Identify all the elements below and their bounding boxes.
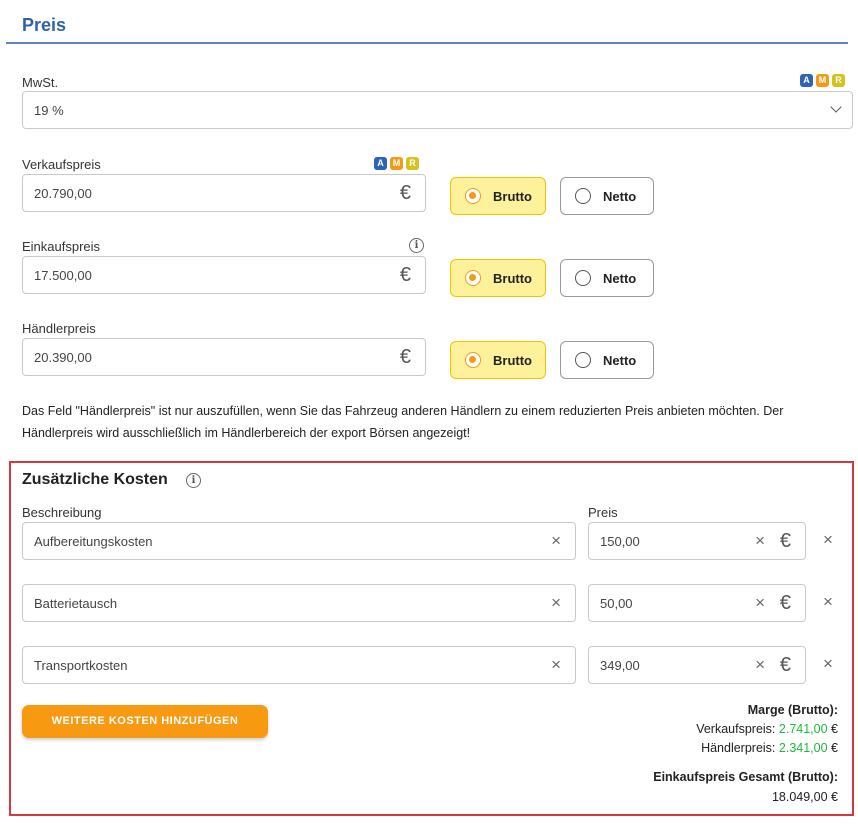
- haendlerpreis-input[interactable]: 20.390,00 €: [22, 338, 426, 376]
- kosten-preis-value: 150,00: [600, 534, 640, 549]
- preis-column-label: Preis: [588, 505, 618, 520]
- chevron-down-icon: [830, 101, 842, 113]
- einkaufspreis-input[interactable]: 17.500,00 €: [22, 256, 426, 294]
- verkaufspreis-value: 20.790,00: [34, 186, 92, 201]
- kosten-beschreibung-value: Aufbereitungskosten: [34, 534, 153, 549]
- kosten-preis-value: 50,00: [600, 596, 633, 611]
- haendlerpreis-note: Das Feld "Händlerpreis" ist nur auszufül…: [22, 404, 784, 440]
- clear-icon[interactable]: ×: [755, 531, 765, 551]
- haendlerpreis-netto-radio[interactable]: Netto: [560, 341, 654, 379]
- marge-title: Marge (Brutto):: [747, 703, 838, 717]
- clear-icon[interactable]: ×: [755, 655, 765, 675]
- mwst-badges: A M R: [800, 74, 845, 87]
- section-title: Preis: [22, 15, 67, 35]
- kosten-preis-input[interactable]: 150,00 × €: [588, 522, 806, 560]
- remove-row-icon[interactable]: ×: [823, 592, 833, 612]
- a-badge-icon: A: [800, 74, 813, 87]
- einkaufspreis-gesamt-title: Einkaufspreis Gesamt (Brutto):: [653, 770, 838, 784]
- kosten-beschreibung-input[interactable]: Transportkosten ×: [22, 646, 576, 684]
- remove-row-icon[interactable]: ×: [823, 530, 833, 550]
- clear-icon[interactable]: ×: [755, 593, 765, 613]
- radio-unchecked-icon: [575, 352, 591, 368]
- euro-icon: €: [779, 592, 791, 614]
- brutto-label: Brutto: [493, 188, 532, 204]
- clear-icon[interactable]: ×: [551, 593, 561, 613]
- einkaufspreis-label: Einkaufspreis: [22, 239, 101, 254]
- netto-label: Netto: [603, 352, 637, 368]
- einkaufspreis-gesamt-value: 18.049,00 €: [771, 790, 838, 804]
- radio-checked-icon: [465, 270, 481, 286]
- r-badge-icon: R: [406, 157, 419, 170]
- info-icon[interactable]: i: [186, 473, 201, 488]
- mwst-label: MwSt.: [22, 75, 59, 90]
- euro-icon: €: [779, 654, 791, 676]
- clear-icon[interactable]: ×: [551, 531, 561, 551]
- euro-icon: €: [399, 264, 411, 286]
- kosten-beschreibung-input[interactable]: Aufbereitungskosten ×: [22, 522, 576, 560]
- verkaufspreis-badges: A M R: [374, 157, 419, 170]
- kosten-preis-input[interactable]: 349,00 × €: [588, 646, 806, 684]
- radio-checked-icon: [465, 352, 481, 368]
- m-badge-icon: M: [390, 157, 403, 170]
- kosten-preis-input[interactable]: 50,00 × €: [588, 584, 806, 622]
- radio-unchecked-icon: [575, 188, 591, 204]
- kosten-preis-value: 349,00: [600, 658, 640, 673]
- haendlerpreis-label: Händlerpreis: [22, 321, 96, 336]
- einkaufspreis-brutto-radio[interactable]: Brutto: [450, 259, 546, 297]
- info-icon[interactable]: i: [409, 238, 424, 253]
- kosten-beschreibung-input[interactable]: Batterietausch ×: [22, 584, 576, 622]
- kosten-beschreibung-value: Batterietausch: [34, 596, 118, 611]
- m-badge-icon: M: [816, 74, 829, 87]
- kosten-beschreibung-value: Transportkosten: [34, 658, 128, 673]
- haendlerpreis-brutto-radio[interactable]: Brutto: [450, 341, 546, 379]
- section-divider: [6, 42, 848, 44]
- netto-label: Netto: [603, 270, 637, 286]
- brutto-label: Brutto: [493, 352, 532, 368]
- euro-icon: €: [399, 182, 411, 204]
- verkaufspreis-input[interactable]: 20.790,00 €: [22, 174, 426, 212]
- clear-icon[interactable]: ×: [551, 655, 561, 675]
- haendlerpreis-value: 20.390,00: [34, 350, 92, 365]
- euro-icon: €: [399, 346, 411, 368]
- marge-haendlerpreis: Händlerpreis: 2.341,00 €: [701, 741, 838, 755]
- zusaetzliche-kosten-panel: [9, 461, 854, 816]
- kosten-title: Zusätzliche Kosten: [22, 471, 168, 488]
- einkaufspreis-value: 17.500,00: [34, 268, 92, 283]
- netto-label: Netto: [603, 188, 637, 204]
- verkaufspreis-label: Verkaufspreis: [22, 157, 101, 172]
- beschreibung-column-label: Beschreibung: [22, 505, 102, 520]
- mwst-select[interactable]: 19 %: [22, 91, 853, 129]
- marge-verkaufspreis: Verkaufspreis: 2.741,00 €: [696, 722, 838, 736]
- verkaufspreis-netto-radio[interactable]: Netto: [560, 177, 654, 215]
- brutto-label: Brutto: [493, 270, 532, 286]
- einkaufspreis-netto-radio[interactable]: Netto: [560, 259, 654, 297]
- a-badge-icon: A: [374, 157, 387, 170]
- verkaufspreis-brutto-radio[interactable]: Brutto: [450, 177, 546, 215]
- euro-icon: €: [779, 530, 791, 552]
- mwst-value: 19 %: [34, 103, 64, 118]
- radio-unchecked-icon: [575, 270, 591, 286]
- radio-checked-icon: [465, 188, 481, 204]
- add-costs-button[interactable]: WEITERE KOSTEN HINZUFÜGEN: [22, 705, 268, 738]
- remove-row-icon[interactable]: ×: [823, 654, 833, 674]
- r-badge-icon: R: [832, 74, 845, 87]
